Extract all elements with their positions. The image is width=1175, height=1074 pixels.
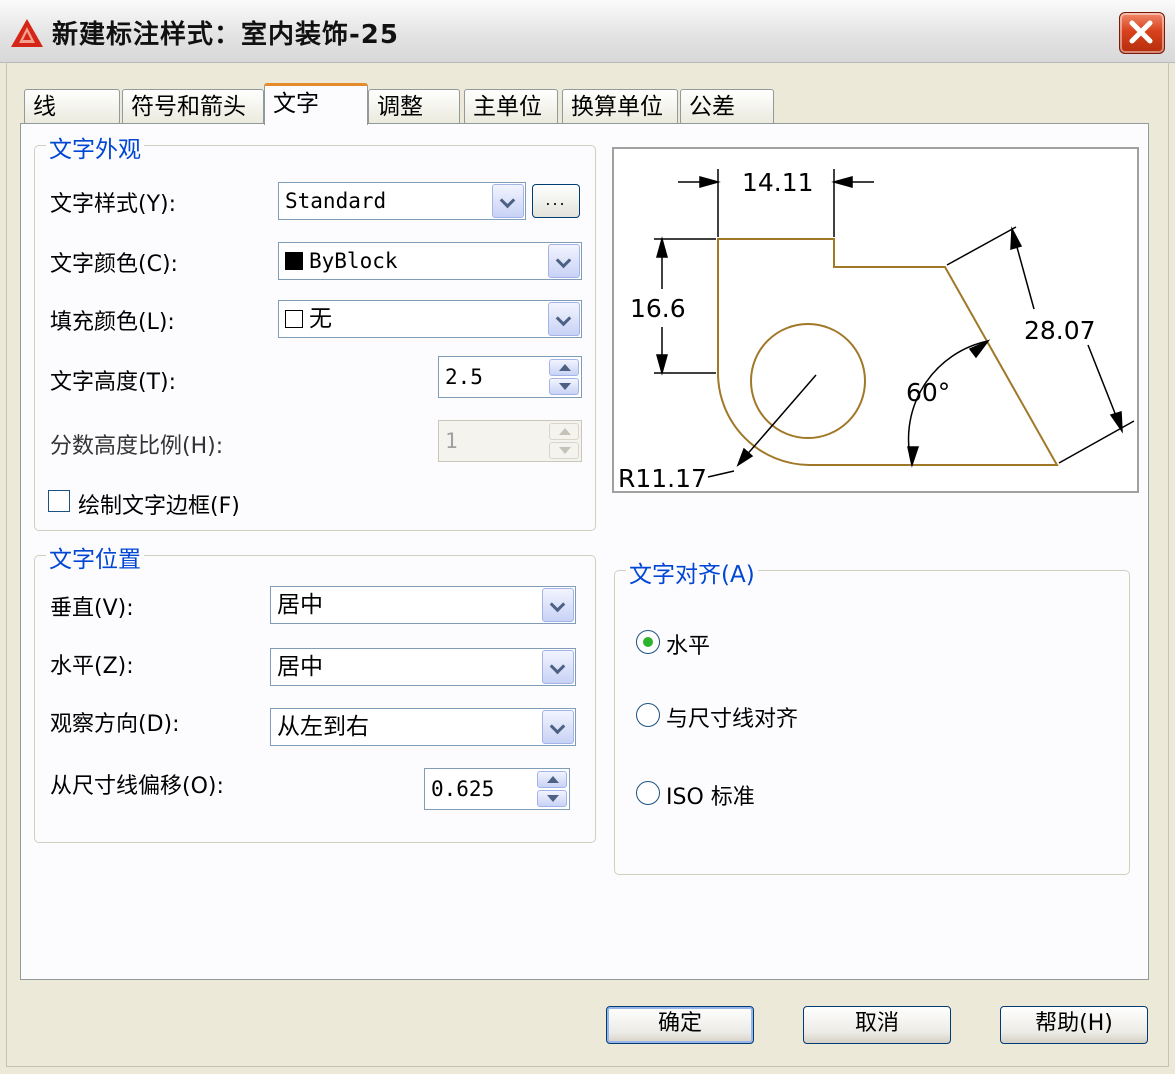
text-appearance-legend: 文字外观: [46, 130, 144, 164]
vertical-label: 垂直(V):: [50, 596, 134, 621]
tab-symbols-arrows[interactable]: 符号和箭头: [122, 89, 264, 123]
spin-down-icon: [549, 442, 579, 459]
text-alignment-legend: 文字对齐(A): [626, 555, 758, 589]
offset-value: 0.625: [431, 777, 495, 801]
offset-spinner[interactable]: 0.625: [424, 768, 570, 810]
chevron-down-icon[interactable]: [542, 588, 574, 622]
chevron-down-icon[interactable]: [548, 302, 580, 336]
part-outline: [717, 238, 1059, 466]
align-horizontal-label: 水平: [666, 634, 711, 659]
dim-right-label: 28.07: [1024, 316, 1096, 345]
text-style-select[interactable]: Standard: [278, 182, 526, 220]
close-icon: [1129, 20, 1153, 44]
vertical-value: 居中: [277, 592, 323, 618]
window-title: 新建标注样式：室内装饰-25: [52, 20, 399, 50]
preview-drawing: 14.11 16.6 28.07 60° R11.17: [618, 163, 1135, 493]
offset-label: 从尺寸线偏移(O):: [50, 774, 224, 799]
align-iso-label: ISO 标准: [666, 785, 755, 810]
spin-up-icon: [549, 423, 579, 440]
text-height-value: 2.5: [445, 365, 483, 389]
cancel-button[interactable]: 取消: [803, 1006, 951, 1044]
text-color-label: 文字颜色(C):: [50, 252, 178, 277]
text-height-spinner[interactable]: 2.5: [438, 356, 582, 398]
tab-tolerances[interactable]: 公差: [680, 89, 774, 123]
fill-color-value: 无: [309, 306, 332, 332]
view-direction-select[interactable]: 从左到右: [270, 708, 576, 746]
title-bar: 新建标注样式：室内装饰-25: [0, 0, 1175, 63]
spin-down-icon[interactable]: [537, 790, 567, 807]
chevron-down-icon[interactable]: [492, 184, 524, 218]
tab-primary-units[interactable]: 主单位: [464, 89, 558, 123]
text-color-select[interactable]: ByBlock: [278, 242, 582, 280]
horizontal-select[interactable]: 居中: [270, 648, 576, 686]
radius-label: R11.17: [618, 464, 707, 491]
draw-frame-checkbox[interactable]: [48, 490, 70, 512]
help-button[interactable]: 帮助(H): [1000, 1006, 1148, 1044]
dim-top-label: 14.11: [742, 168, 814, 197]
autocad-icon: [11, 19, 43, 47]
tab-text[interactable]: 文字: [264, 83, 368, 125]
text-color-value: ByBlock: [309, 249, 398, 273]
spin-up-icon[interactable]: [537, 771, 567, 788]
chevron-down-icon[interactable]: [542, 710, 574, 744]
chevron-down-icon[interactable]: [548, 244, 580, 278]
angle-label: 60°: [906, 378, 950, 407]
align-dimline-radio[interactable]: [636, 703, 660, 727]
dimension-preview: 14.11 16.6 28.07 60° R11.17: [612, 147, 1139, 493]
view-direction-label: 观察方向(D):: [50, 712, 180, 737]
spin-down-icon[interactable]: [549, 378, 579, 395]
ok-button[interactable]: 确定: [606, 1006, 754, 1044]
text-style-label: 文字样式(Y):: [50, 192, 177, 217]
dim-left-label: 16.6: [630, 294, 686, 323]
horizontal-value: 居中: [277, 654, 323, 680]
text-placement-legend: 文字位置: [46, 540, 144, 574]
fraction-scale-label: 分数高度比例(H):: [50, 434, 224, 459]
vertical-select[interactable]: 居中: [270, 586, 576, 624]
color-swatch-icon: [285, 252, 303, 270]
align-horizontal-radio[interactable]: [636, 630, 660, 654]
text-style-browse-button[interactable]: ...: [532, 184, 580, 218]
close-button[interactable]: [1119, 12, 1165, 54]
align-dimline-label: 与尺寸线对齐: [666, 707, 799, 732]
fill-color-select[interactable]: 无: [278, 300, 582, 338]
fraction-scale-value: 1: [445, 429, 458, 453]
tab-lines[interactable]: 线: [24, 89, 120, 123]
text-height-label: 文字高度(T):: [50, 370, 177, 395]
spin-up-icon[interactable]: [549, 359, 579, 376]
tab-alternate-units[interactable]: 换算单位: [562, 89, 678, 123]
view-direction-value: 从左到右: [277, 714, 369, 740]
fraction-scale-spinner: 1: [438, 420, 582, 462]
draw-frame-label: 绘制文字边框(F): [78, 494, 240, 519]
fill-color-label: 填充颜色(L):: [50, 310, 175, 335]
empty-swatch-icon: [285, 310, 303, 328]
horizontal-label: 水平(Z):: [50, 654, 134, 679]
tab-fit[interactable]: 调整: [368, 89, 460, 123]
align-iso-radio[interactable]: [636, 781, 660, 805]
text-style-value: Standard: [285, 189, 387, 213]
chevron-down-icon[interactable]: [542, 650, 574, 684]
